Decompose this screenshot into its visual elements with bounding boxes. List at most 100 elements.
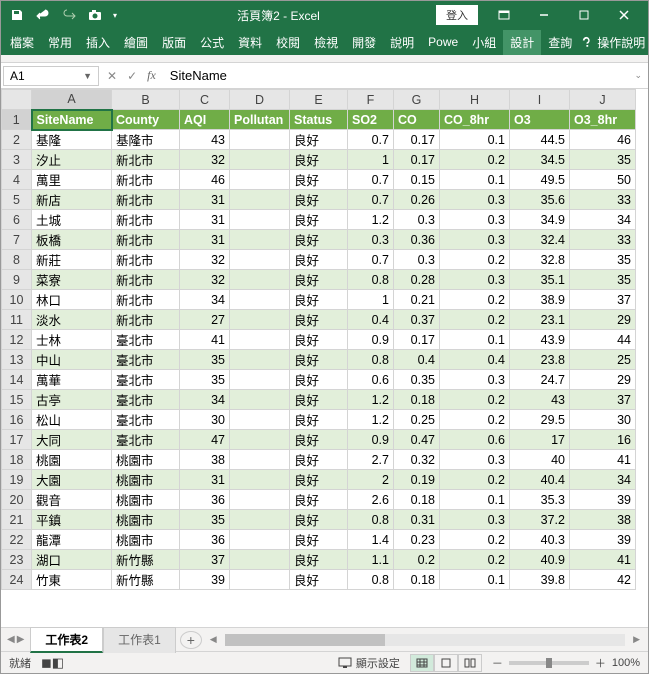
row-header-19[interactable]: 19 xyxy=(2,470,32,490)
horizontal-scrollbar[interactable]: ◀ ▶ xyxy=(202,634,648,646)
cell-21-F[interactable]: 0.8 xyxy=(348,510,394,530)
cell-18-E[interactable]: 良好 xyxy=(290,450,348,470)
cell-22-B[interactable]: 桃園市 xyxy=(112,530,180,550)
fx-icon[interactable]: fx xyxy=(145,68,158,83)
row-header-2[interactable]: 2 xyxy=(2,130,32,150)
zoom-out-button[interactable]: － xyxy=(492,655,503,671)
cell-14-I[interactable]: 24.7 xyxy=(510,370,570,390)
cell-20-F[interactable]: 2.6 xyxy=(348,490,394,510)
ribbon-tab-9[interactable]: 開發 xyxy=(345,30,383,55)
cell-11-G[interactable]: 0.37 xyxy=(394,310,440,330)
cell-21-H[interactable]: 0.3 xyxy=(440,510,510,530)
cell-9-J[interactable]: 35 xyxy=(570,270,636,290)
cell-14-B[interactable]: 臺北市 xyxy=(112,370,180,390)
cell-22-G[interactable]: 0.23 xyxy=(394,530,440,550)
cell-15-E[interactable]: 良好 xyxy=(290,390,348,410)
cell-18-D[interactable] xyxy=(230,450,290,470)
cell-24-A[interactable]: 竹東 xyxy=(32,570,112,590)
cell-6-G[interactable]: 0.3 xyxy=(394,210,440,230)
cell-16-C[interactable]: 30 xyxy=(180,410,230,430)
redo-button[interactable] xyxy=(57,3,81,27)
row-header-9[interactable]: 9 xyxy=(2,270,32,290)
select-all-corner[interactable] xyxy=(2,90,32,110)
cell-12-A[interactable]: 士林 xyxy=(32,330,112,350)
cell-3-D[interactable] xyxy=(230,150,290,170)
cell-18-F[interactable]: 2.7 xyxy=(348,450,394,470)
cell-19-D[interactable] xyxy=(230,470,290,490)
cell-5-D[interactable] xyxy=(230,190,290,210)
cell-9-I[interactable]: 35.1 xyxy=(510,270,570,290)
camera-button[interactable] xyxy=(83,3,107,27)
row-header-4[interactable]: 4 xyxy=(2,170,32,190)
cell-18-C[interactable]: 38 xyxy=(180,450,230,470)
cell-4-F[interactable]: 0.7 xyxy=(348,170,394,190)
cell-10-I[interactable]: 38.9 xyxy=(510,290,570,310)
sheet-tab-0[interactable]: 工作表2 xyxy=(30,627,103,653)
cell-15-D[interactable] xyxy=(230,390,290,410)
cell-3-A[interactable]: 汐止 xyxy=(32,150,112,170)
cell-header-6[interactable]: CO xyxy=(394,110,440,130)
cell-18-G[interactable]: 0.32 xyxy=(394,450,440,470)
cell-9-D[interactable] xyxy=(230,270,290,290)
cell-18-I[interactable]: 40 xyxy=(510,450,570,470)
cell-4-D[interactable] xyxy=(230,170,290,190)
cell-16-B[interactable]: 臺北市 xyxy=(112,410,180,430)
cell-20-J[interactable]: 39 xyxy=(570,490,636,510)
cell-11-B[interactable]: 新北市 xyxy=(112,310,180,330)
cell-3-I[interactable]: 34.5 xyxy=(510,150,570,170)
cell-14-F[interactable]: 0.6 xyxy=(348,370,394,390)
cell-10-H[interactable]: 0.2 xyxy=(440,290,510,310)
cell-header-2[interactable]: AQI xyxy=(180,110,230,130)
cell-23-G[interactable]: 0.2 xyxy=(394,550,440,570)
cell-4-A[interactable]: 萬里 xyxy=(32,170,112,190)
cell-17-A[interactable]: 大同 xyxy=(32,430,112,450)
cell-21-E[interactable]: 良好 xyxy=(290,510,348,530)
cell-8-E[interactable]: 良好 xyxy=(290,250,348,270)
cell-7-H[interactable]: 0.3 xyxy=(440,230,510,250)
row-header-8[interactable]: 8 xyxy=(2,250,32,270)
name-box[interactable]: A1 ▼ xyxy=(3,66,99,86)
cell-15-G[interactable]: 0.18 xyxy=(394,390,440,410)
cell-2-J[interactable]: 46 xyxy=(570,130,636,150)
cell-9-H[interactable]: 0.3 xyxy=(440,270,510,290)
cell-20-G[interactable]: 0.18 xyxy=(394,490,440,510)
cell-22-J[interactable]: 39 xyxy=(570,530,636,550)
sheet-nav-prev[interactable]: ◀ xyxy=(7,634,15,645)
cell-4-B[interactable]: 新北市 xyxy=(112,170,180,190)
cell-24-E[interactable]: 良好 xyxy=(290,570,348,590)
cell-17-E[interactable]: 良好 xyxy=(290,430,348,450)
cell-24-G[interactable]: 0.18 xyxy=(394,570,440,590)
cell-15-B[interactable]: 臺北市 xyxy=(112,390,180,410)
cell-5-A[interactable]: 新店 xyxy=(32,190,112,210)
cell-24-B[interactable]: 新竹縣 xyxy=(112,570,180,590)
cell-11-J[interactable]: 29 xyxy=(570,310,636,330)
login-button[interactable]: 登入 xyxy=(436,5,478,25)
cell-12-J[interactable]: 44 xyxy=(570,330,636,350)
view-normal[interactable] xyxy=(410,654,434,672)
row-header-21[interactable]: 21 xyxy=(2,510,32,530)
cell-17-J[interactable]: 16 xyxy=(570,430,636,450)
cell-8-G[interactable]: 0.3 xyxy=(394,250,440,270)
cell-15-C[interactable]: 34 xyxy=(180,390,230,410)
cell-10-A[interactable]: 林口 xyxy=(32,290,112,310)
cell-4-C[interactable]: 46 xyxy=(180,170,230,190)
ribbon-options-button[interactable] xyxy=(484,1,524,29)
cell-16-F[interactable]: 1.2 xyxy=(348,410,394,430)
cell-17-G[interactable]: 0.47 xyxy=(394,430,440,450)
cell-4-J[interactable]: 50 xyxy=(570,170,636,190)
cell-21-I[interactable]: 37.2 xyxy=(510,510,570,530)
cell-14-G[interactable]: 0.35 xyxy=(394,370,440,390)
row-header-16[interactable]: 16 xyxy=(2,410,32,430)
cell-6-D[interactable] xyxy=(230,210,290,230)
cell-19-C[interactable]: 31 xyxy=(180,470,230,490)
cell-10-G[interactable]: 0.21 xyxy=(394,290,440,310)
ribbon-tab-4[interactable]: 版面 xyxy=(155,30,193,55)
ribbon-tab-12[interactable]: 小組 xyxy=(465,30,503,55)
row-header-13[interactable]: 13 xyxy=(2,350,32,370)
cell-8-F[interactable]: 0.7 xyxy=(348,250,394,270)
cell-9-C[interactable]: 32 xyxy=(180,270,230,290)
cell-13-C[interactable]: 35 xyxy=(180,350,230,370)
ribbon-tab-13[interactable]: 設計 xyxy=(503,30,541,55)
ribbon-tab-0[interactable]: 檔案 xyxy=(3,30,41,55)
cell-19-F[interactable]: 2 xyxy=(348,470,394,490)
